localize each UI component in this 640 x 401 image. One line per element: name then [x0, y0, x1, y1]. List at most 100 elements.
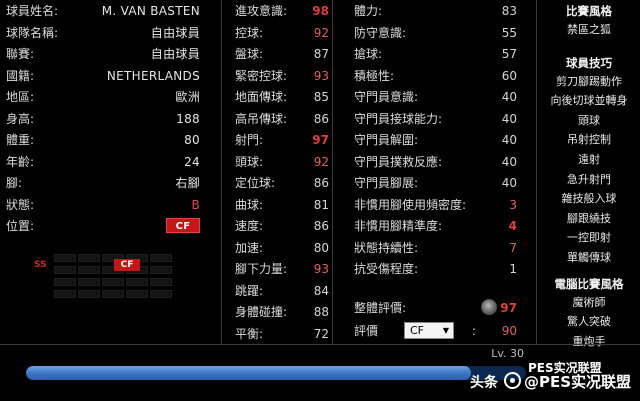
skills-panel: 比賽風格 禁區之狐 球員技巧 剪刀腳踢動作 向後切球並轉身 頭球 吊射控制 遠射 急升射門…	[538, 0, 640, 348]
info-label: 年齡:	[6, 154, 35, 169]
com-style-item: 重炮手	[572, 334, 606, 348]
info-label: 國籍:	[6, 68, 35, 83]
info-value: 80	[184, 133, 200, 147]
attack_stats-row: 盤球: 87	[235, 44, 329, 66]
defense_stats-row: 守門員撲救反應: 40	[354, 152, 517, 174]
defense_stats-row: 狀態持續性: 7	[354, 238, 517, 260]
mini-field-cell	[150, 266, 172, 274]
defense_stats-label: 非慣用腳精準度:	[354, 219, 443, 233]
info-value: 自由球員	[150, 47, 200, 61]
chevron-down-icon: ▼	[442, 326, 449, 335]
info-value: 歐洲	[175, 90, 200, 104]
attack_stats-value: 92	[313, 25, 329, 40]
defense-stats-panel: 體力: 83 防守意識: 55 搶球: 57 積極性: 60 守門員意識: 40 守門員接球能力: 4…	[334, 0, 537, 344]
overall-rating-value: 97	[500, 301, 517, 315]
info-row: 聯賽: 自由球員	[6, 44, 200, 66]
player-skill-item: 剪刀腳踢動作	[556, 74, 622, 88]
info-label: 球隊名稱:	[6, 25, 59, 40]
defense_stats-label: 積極性:	[354, 68, 395, 83]
attack_stats-label: 射門:	[235, 133, 264, 147]
mini-field-cell	[78, 254, 100, 262]
player-skill-item: 遠射	[578, 152, 600, 166]
attack_stats-row: 定位球: 86	[235, 173, 329, 195]
info-row: 地區: 歐洲	[6, 87, 200, 109]
info-value: 自由球員	[150, 25, 200, 40]
mini-field-cell	[78, 278, 100, 286]
defense_stats-row: 積極性: 60	[354, 66, 517, 88]
attack_stats-row: 速度: 86	[235, 216, 329, 238]
defense_stats-value: 40	[501, 90, 517, 104]
mini-field-cell	[150, 290, 172, 298]
mini-field-cell	[54, 254, 76, 262]
attack_stats-value: 81	[313, 197, 329, 212]
defense_stats-label: 守門員接球能力:	[354, 111, 443, 126]
info-row: 狀態: B	[6, 195, 200, 217]
playing-style-title: 比賽風格	[566, 4, 612, 18]
level-progress-fill	[26, 366, 471, 380]
player-skill-item: 雜技般入球	[561, 192, 617, 206]
attack_stats-row: 緊密控球: 93	[235, 66, 329, 88]
watermark-prefix: 头条	[470, 375, 498, 391]
defense_stats-row: 守門員解圍: 40	[354, 130, 517, 152]
defense_stats-label: 守門員意識:	[354, 90, 419, 104]
attack_stats-row: 身體碰撞: 88	[235, 302, 329, 324]
defense_stats-label: 搶球:	[354, 47, 383, 61]
attack_stats-label: 加速:	[235, 240, 264, 255]
attack_stats-row: 地面傳球: 85	[235, 87, 329, 109]
attack_stats-value: 98	[312, 4, 329, 18]
level-progress-bar	[26, 366, 526, 380]
defense_stats-label: 守門員撲救反應:	[354, 154, 443, 169]
overall-rating-row: 整體評價: 97	[354, 297, 517, 319]
watermark: 头条 @PES实况联盟 PES实况联盟	[470, 359, 640, 399]
defense_stats-value: 40	[501, 111, 517, 126]
info-label: 地區:	[6, 90, 35, 104]
defense_stats-value: 3	[509, 197, 517, 212]
attack_stats-row: 腳下力量: 93	[235, 259, 329, 281]
position-rating-label: 評價	[354, 324, 379, 338]
mini-field-cell	[54, 290, 76, 298]
position-rating-selected: CF	[410, 324, 425, 337]
info-label: 狀態:	[6, 197, 35, 212]
position-badge: CF	[166, 218, 200, 233]
position-rating-row: 評價 CF ▼ : 90	[354, 320, 517, 342]
info-value: 右腳	[175, 176, 200, 190]
defense_stats-value: 40	[501, 133, 517, 147]
info-row: 體重: 80	[6, 130, 200, 152]
position-rating-select[interactable]: CF ▼	[404, 322, 454, 339]
defense_stats-row: 抗受傷程度: 1	[354, 259, 517, 281]
camera-icon	[504, 372, 521, 389]
attack_stats-value: 92	[313, 154, 329, 169]
attack_stats-label: 腳下力量:	[235, 262, 288, 276]
mini-field-cell	[150, 254, 172, 262]
info-value: M. VAN BASTEN	[101, 4, 200, 18]
attack_stats-value: 72	[313, 326, 329, 341]
position-rating-value: 90	[501, 324, 517, 338]
attack_stats-value: 80	[313, 240, 329, 255]
mini-field-cell	[150, 278, 172, 286]
attack_stats-row: 加速: 80	[235, 238, 329, 260]
attack_stats-value: 86	[313, 111, 329, 126]
defense_stats-label: 守門員解圍:	[354, 133, 419, 147]
info-row: 國籍: NETHERLANDS	[6, 66, 200, 88]
ball-icon	[481, 299, 497, 315]
mini-field-cell	[102, 278, 124, 286]
mini-field-cell	[78, 266, 100, 274]
info-row: 腳: 右腳	[6, 173, 200, 195]
attack_stats-value: 93	[313, 262, 329, 276]
attack_stats-label: 速度:	[235, 219, 264, 233]
defense_stats-label: 守門員腳展:	[354, 176, 419, 190]
attack_stats-label: 跳躍:	[235, 283, 264, 298]
defense_stats-value: 40	[501, 176, 517, 190]
defense_stats-row: 搶球: 57	[354, 44, 517, 66]
mini-field-ss-label: SS	[34, 260, 47, 270]
info-label: 體重:	[6, 133, 35, 147]
mini-field-cf-badge: CF	[114, 259, 140, 271]
player-skill-item: 單觸傳球	[567, 250, 611, 264]
info-label: 身高:	[6, 111, 35, 126]
info-row: 年齡: 24	[6, 152, 200, 174]
defense_stats-row: 防守意識: 55	[354, 23, 517, 45]
bottom-divider	[0, 344, 640, 345]
mini-field-cell	[126, 290, 148, 298]
com-style-item: 魔術師	[572, 295, 606, 309]
player-skill-item: 急升射門	[567, 172, 611, 186]
